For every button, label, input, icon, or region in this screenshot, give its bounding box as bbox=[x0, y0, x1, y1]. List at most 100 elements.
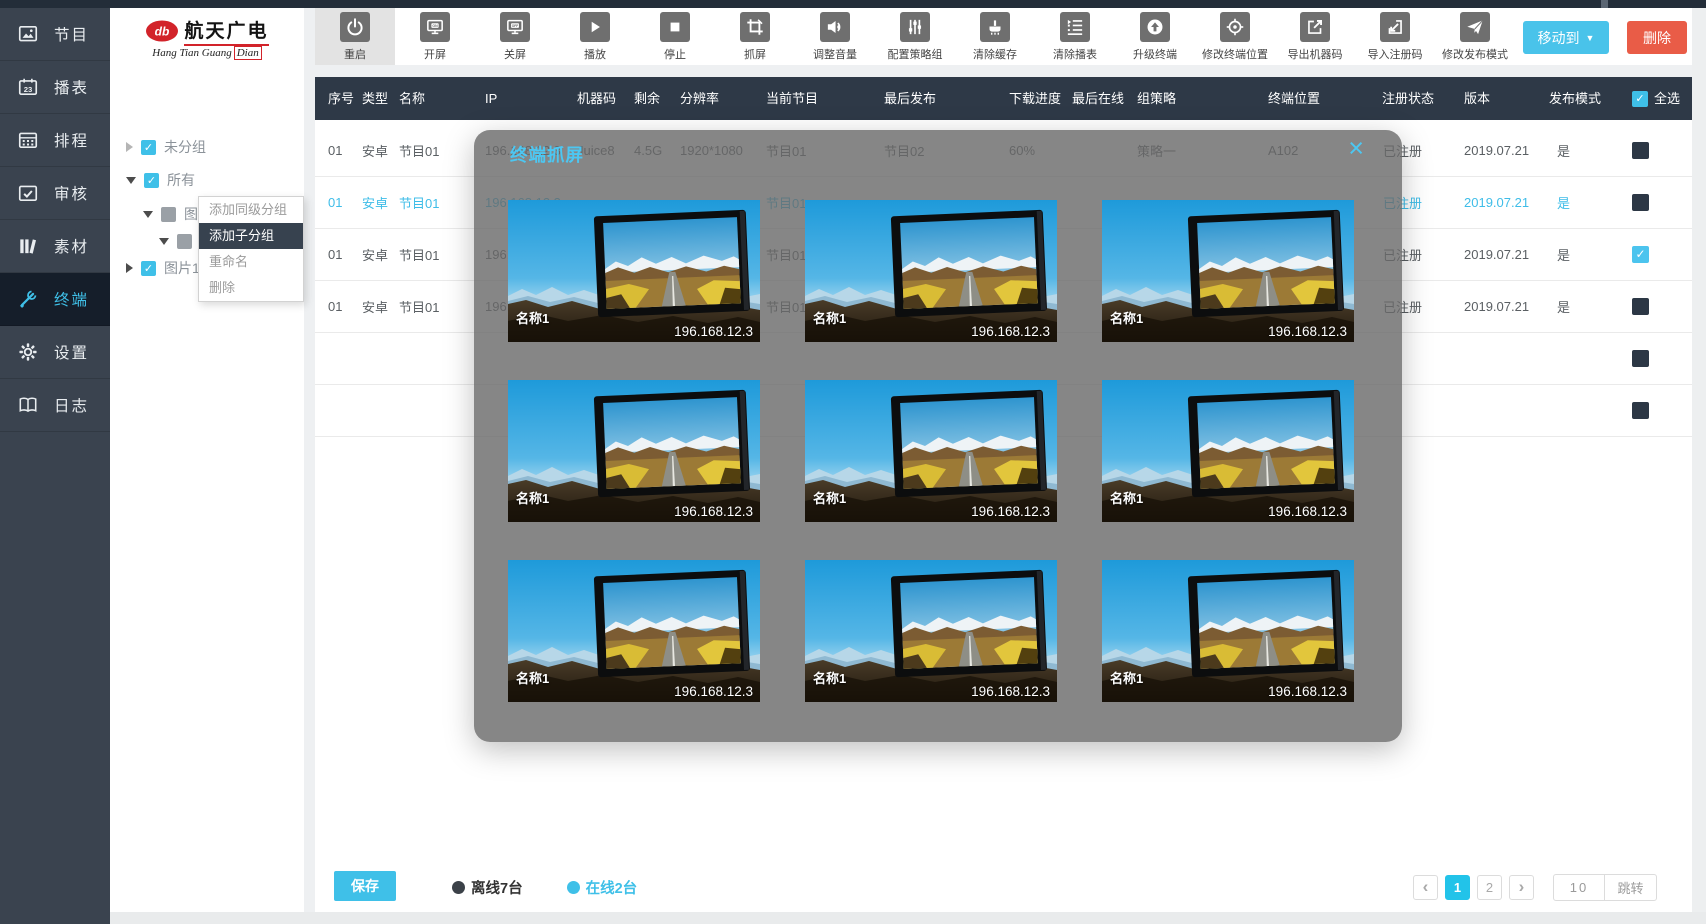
sidebar-item-terminal[interactable]: 终端 bbox=[0, 273, 110, 326]
next-page-button[interactable]: › bbox=[1509, 875, 1534, 900]
screen-capture-thumbnail[interactable]: 名称1 196.168.12.3 bbox=[508, 200, 760, 342]
table-header: 序号类型名称IP机器码剩余分辨率当前节目最后发布下载进度最后在线组策略终端位置注… bbox=[315, 77, 1692, 120]
page-number-button[interactable]: 2 bbox=[1477, 875, 1502, 900]
toolbar-button-clear-playlist[interactable]: 清除播表 bbox=[1035, 8, 1115, 65]
toolbar-button-export-code[interactable]: 导出机器码 bbox=[1275, 8, 1355, 65]
column-header: 组策略 bbox=[1133, 77, 1255, 120]
publish-mode-icon bbox=[1460, 12, 1490, 42]
clear-playlist-icon bbox=[1060, 12, 1090, 42]
column-header: IP bbox=[481, 77, 573, 120]
save-button[interactable]: 保存 bbox=[334, 871, 396, 901]
cell-type: 安卓 bbox=[358, 193, 395, 212]
toolbar-button-volume[interactable]: 调整音量 bbox=[795, 8, 875, 65]
brand-logo-icon: db bbox=[145, 19, 179, 43]
row-checkbox[interactable] bbox=[1632, 142, 1649, 159]
tree-checkbox[interactable] bbox=[144, 173, 159, 188]
toolbar-button-screen-on[interactable]: 开屏 bbox=[395, 8, 475, 65]
row-checkbox[interactable] bbox=[1632, 402, 1649, 419]
tree-checkbox[interactable] bbox=[141, 261, 156, 276]
toolbar-button-location[interactable]: 修改终端位置 bbox=[1195, 8, 1275, 65]
tree-item-1[interactable]: 所有 bbox=[126, 169, 195, 191]
prev-page-button[interactable]: ‹ bbox=[1413, 875, 1438, 900]
tree-checkbox[interactable] bbox=[161, 207, 176, 222]
select-all-checkbox[interactable] bbox=[1632, 91, 1648, 107]
tree-item-0[interactable]: 未分组 bbox=[126, 136, 206, 158]
tree-checkbox[interactable] bbox=[141, 140, 156, 155]
svg-text:db: db bbox=[155, 25, 170, 39]
toolbar-button-restart[interactable]: 重启 bbox=[315, 8, 395, 65]
group-tree: 未分组 所有 图片1 图片1 图片1 bbox=[110, 68, 304, 688]
sidebar-item-log[interactable]: 日志 bbox=[0, 379, 110, 432]
toolbar-button-stop[interactable]: 停止 bbox=[635, 8, 715, 65]
cell-pub: 是 bbox=[1545, 297, 1628, 316]
screen-capture-thumbnail[interactable]: 名称1 196.168.12.3 bbox=[805, 560, 1057, 702]
modal-title: 终端抓屏 bbox=[510, 142, 584, 167]
close-icon[interactable]: × bbox=[1348, 135, 1364, 162]
sidebar-item-schedule[interactable]: 排程 bbox=[0, 114, 110, 167]
row-checkbox-cell bbox=[1628, 350, 1692, 367]
terminal-name-label: 名称1 bbox=[1110, 668, 1143, 687]
tree-expand-icon[interactable] bbox=[126, 142, 133, 152]
sidebar-item-material[interactable]: 素材 bbox=[0, 220, 110, 273]
page-size-input[interactable]: 10 bbox=[1554, 875, 1604, 900]
screen-capture-thumbnail[interactable]: 名称1 196.168.12.3 bbox=[1102, 380, 1354, 522]
context-menu-item[interactable]: 添加同级分组 bbox=[199, 197, 303, 223]
review-icon bbox=[17, 182, 39, 204]
window-strip-divider bbox=[1601, 0, 1608, 8]
context-menu-item[interactable]: 添加子分组 bbox=[199, 223, 303, 249]
sidebar-item-label: 排程 bbox=[54, 129, 89, 151]
toolbar-button-label: 关屏 bbox=[504, 46, 526, 62]
toolbar-gap bbox=[315, 65, 1692, 77]
toolbar-button-screen-off[interactable]: 关屏 bbox=[475, 8, 555, 65]
screen-capture-thumbnail[interactable]: 名称1 196.168.12.3 bbox=[805, 380, 1057, 522]
row-checkbox[interactable] bbox=[1632, 194, 1649, 211]
tree-expand-icon[interactable] bbox=[143, 211, 153, 218]
sidebar-item-label: 日志 bbox=[54, 394, 89, 416]
jump-button[interactable]: 跳转 bbox=[1604, 875, 1656, 900]
toolbar-button-capture[interactable]: 抓屏 bbox=[715, 8, 795, 65]
delete-button[interactable]: 删除 bbox=[1627, 21, 1687, 54]
screen-capture-thumbnail[interactable]: 名称1 196.168.12.3 bbox=[508, 560, 760, 702]
toolbar-button-play[interactable]: 播放 bbox=[555, 8, 635, 65]
screen-capture-thumbnail[interactable]: 名称1 196.168.12.3 bbox=[1102, 200, 1354, 342]
terminal-ip-label: 196.168.12.3 bbox=[1268, 324, 1347, 339]
right-edge-strip bbox=[1692, 8, 1706, 912]
page-number-button[interactable]: 1 bbox=[1445, 875, 1470, 900]
terminal-name-label: 名称1 bbox=[813, 308, 846, 327]
terminal-name-label: 名称1 bbox=[516, 308, 549, 327]
toolbar-button-publish-mode[interactable]: 修改发布模式 bbox=[1435, 8, 1515, 65]
sidebar-item-program[interactable]: 节目 bbox=[0, 8, 110, 61]
tree-item-4[interactable]: 图片1 bbox=[126, 257, 200, 279]
cell-seq: 01 bbox=[324, 247, 358, 262]
toolbar-button-import-code[interactable]: 导入注册码 bbox=[1355, 8, 1435, 65]
terminal-name-label: 名称1 bbox=[813, 668, 846, 687]
toolbar-button-clear-cache[interactable]: 清除缓存 bbox=[955, 8, 1035, 65]
sidebar-item-review[interactable]: 审核 bbox=[0, 167, 110, 220]
screen-capture-thumbnail[interactable]: 名称1 196.168.12.3 bbox=[805, 200, 1057, 342]
terminal-ip-label: 196.168.12.3 bbox=[1268, 504, 1347, 519]
toolbar-button-label: 调整音量 bbox=[813, 46, 857, 62]
screen-capture-grid: 名称1 196.168.12.3 名称1 196.168.12.3 名称1 19… bbox=[508, 200, 1354, 702]
restart-icon bbox=[340, 12, 370, 42]
tree-item-label: 未分组 bbox=[164, 137, 206, 157]
tree-expand-icon[interactable] bbox=[126, 263, 133, 273]
toolbar-button-upgrade[interactable]: 升级终端 bbox=[1115, 8, 1195, 65]
column-header: 机器码 bbox=[573, 77, 630, 120]
sidebar-item-playlist[interactable]: 播表 bbox=[0, 61, 110, 114]
screen-capture-thumbnail[interactable]: 名称1 196.168.12.3 bbox=[508, 380, 760, 522]
terminal-ip-label: 196.168.12.3 bbox=[674, 684, 753, 699]
row-checkbox[interactable] bbox=[1632, 246, 1649, 263]
context-menu-item[interactable]: 删除 bbox=[199, 275, 303, 301]
sidebar-item-settings[interactable]: 设置 bbox=[0, 326, 110, 379]
tree-expand-icon[interactable] bbox=[159, 238, 169, 245]
context-menu-item[interactable]: 重命名 bbox=[199, 249, 303, 275]
tree-checkbox[interactable] bbox=[177, 234, 192, 249]
toolbar-button-policy[interactable]: 配置策略组 bbox=[875, 8, 955, 65]
move-to-button[interactable]: 移动到▼ bbox=[1523, 21, 1609, 54]
row-checkbox[interactable] bbox=[1632, 350, 1649, 367]
row-checkbox[interactable] bbox=[1632, 298, 1649, 315]
screen-capture-thumbnail[interactable]: 名称1 196.168.12.3 bbox=[1102, 560, 1354, 702]
select-all-header: 全选 bbox=[1628, 77, 1692, 120]
tree-expand-icon[interactable] bbox=[126, 177, 136, 184]
screen-off-icon bbox=[500, 12, 530, 42]
